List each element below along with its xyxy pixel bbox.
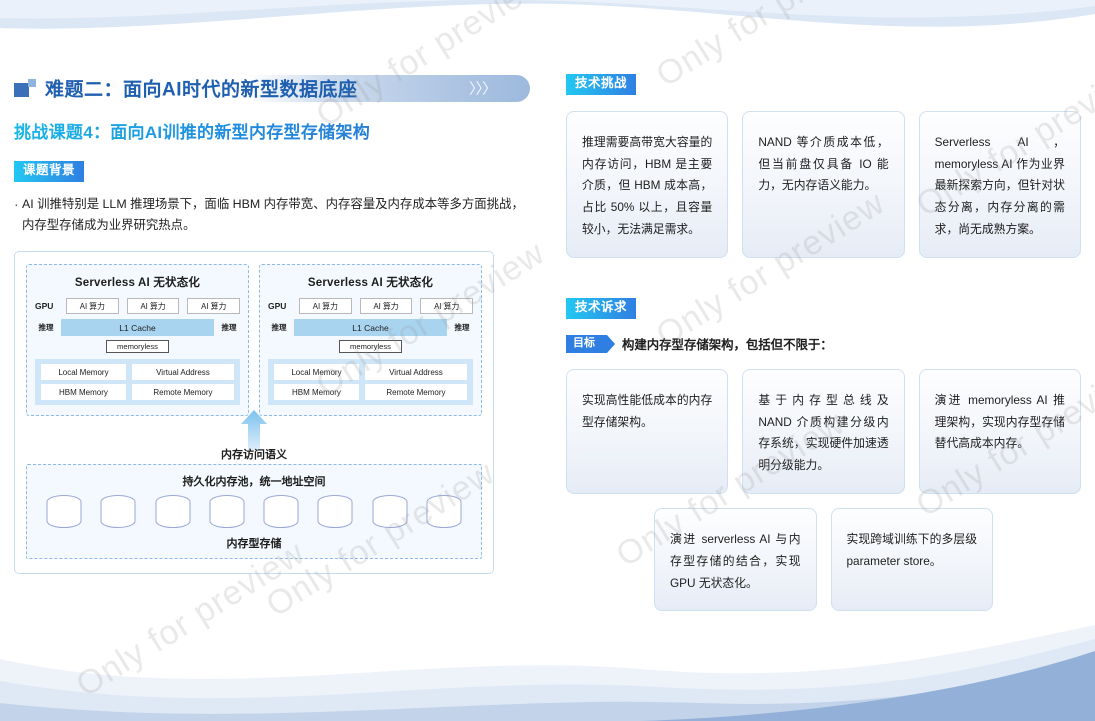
persistent-memory-pool: 持久化内存池，统一地址空间 内存型存储 <box>26 464 482 560</box>
pool-title: 持久化内存池，统一地址空间 <box>182 476 326 489</box>
background-paragraph: AI 训推特别是 LLM 推理场景下，面临 HBM 内存带宽、内存容量及内存成本… <box>14 192 526 237</box>
cylinder-icon <box>46 495 82 529</box>
right-column: 技术挑战 推理需要高带宽大容量的内存访问，HBM 是主要介质，但 HBM 成本高… <box>566 74 1081 612</box>
goal-badge: 目标 <box>566 334 615 353</box>
memory-cell: HBM Memory <box>274 384 359 401</box>
ai-compute-cell: AI 算力 <box>66 298 119 315</box>
requirement-card: 演进 memoryless AI 推理架构，实现内存型存储替代高成本内存。 <box>918 368 1081 494</box>
up-arrow-icon <box>241 410 267 451</box>
challenges-badge: 技术挑战 <box>566 74 637 95</box>
ai-compute-cell: AI 算力 <box>359 298 413 315</box>
memory-block: Local Memory HBM Memory Virtual Address … <box>268 359 473 406</box>
memoryless-tag: memoryless <box>106 340 169 354</box>
challenge-card: 推理需要高带宽大容量的内存访问，HBM 是主要介质，但 HBM 成本高，占比 5… <box>566 110 729 258</box>
requirement-cards-row2: 演进 serverless AI 与内存型存储的结合，实现 GPU 无状态化。 … <box>566 508 1081 612</box>
pool-footer-label: 内存型存储 <box>226 538 282 551</box>
cylinder-icon <box>372 495 408 529</box>
panel-title: Serverless AI 无状态化 <box>307 277 434 290</box>
memory-right-column: Virtual Address Remote Memory <box>131 364 234 401</box>
panel-title: Serverless AI 无状态化 <box>74 277 201 290</box>
architecture-diagram: Serverless AI 无状态化 GPU AI 算力 AI 算力 AI 算力… <box>14 251 494 575</box>
inference-label-right: 推理 <box>454 323 470 333</box>
ai-compute-cell: AI 算力 <box>187 298 241 315</box>
inference-label-left: 推理 <box>271 323 287 333</box>
ai-compute-cells: AI 算力 AI 算力 AI 算力 <box>299 298 474 315</box>
memory-right-column: Virtual Address Remote Memory <box>364 364 467 401</box>
memory-access-semantics-label: 内存访问语义 <box>221 449 287 462</box>
page-subtitle: 挑战课题4：面向AI训推的新型内存型存储架构 <box>14 118 530 143</box>
chevrons-icon: 〉〉〉 <box>468 80 497 98</box>
serverless-panel: Serverless AI 无状态化 GPU AI 算力 AI 算力 AI 算力… <box>26 264 249 417</box>
inference-label-left: 推理 <box>38 323 54 333</box>
cylinder-icon <box>426 495 462 529</box>
inference-label-right: 推理 <box>221 323 237 333</box>
cache-row: 推理 L1 Cache 推理 <box>268 319 473 337</box>
ai-compute-cell: AI 算力 <box>420 298 474 315</box>
cylinder-icon <box>263 495 299 529</box>
challenge-cards: 推理需要高带宽大容量的内存访问，HBM 是主要介质，但 HBM 成本高，占比 5… <box>566 110 1081 258</box>
gpu-row: GPU AI 算力 AI 算力 AI 算力 <box>268 298 474 315</box>
square-large-icon <box>14 83 29 97</box>
left-column: 〉〉〉 难题二：面向AI时代的新型数据底座 挑战课题4：面向AI训推的新型内存型… <box>14 74 530 575</box>
memory-left-column: Local Memory HBM Memory <box>41 364 126 401</box>
goal-text: 构建内存型存储架构，包括但不限于： <box>622 337 833 352</box>
memory-cell: Virtual Address <box>131 364 234 381</box>
serverless-panels: Serverless AI 无状态化 GPU AI 算力 AI 算力 AI 算力… <box>26 264 482 417</box>
ai-compute-cell: AI 算力 <box>299 298 352 315</box>
memory-cell: Remote Memory <box>364 384 467 401</box>
memory-cell: HBM Memory <box>41 384 126 401</box>
memory-cell: Local Memory <box>274 364 359 381</box>
ai-compute-cell: AI 算力 <box>126 298 180 315</box>
page-title: 难题二：面向AI时代的新型数据底座 <box>45 79 358 101</box>
memory-cell: Virtual Address <box>364 364 467 381</box>
square-small-icon <box>28 79 36 87</box>
cylinder-icon <box>155 495 191 529</box>
memory-block: Local Memory HBM Memory Virtual Address … <box>35 359 240 406</box>
requirement-card: 基于内存型总线及 NAND 介质构建分级内存系统，实现硬件加速透明分级能力。 <box>742 368 905 494</box>
memoryless-tag: memoryless <box>339 340 402 354</box>
ai-compute-cells: AI 算力 AI 算力 AI 算力 <box>66 298 241 315</box>
background-badge: 课题背景 <box>14 161 85 182</box>
memory-cell: Local Memory <box>41 364 126 381</box>
l1-cache-block: L1 Cache <box>294 319 447 337</box>
challenge-card: NAND 等介质成本低，但当前盘仅具备 IO 能力，无内存语义能力。 <box>742 110 905 258</box>
requirement-card: 实现跨域训练下的多层级 parameter store。 <box>830 508 993 612</box>
requirement-card: 实现高性能低成本的内存型存储架构。 <box>566 368 729 494</box>
l1-cache-block: L1 Cache <box>61 319 214 337</box>
memory-left-column: Local Memory HBM Memory <box>274 364 359 401</box>
cache-row: 推理 L1 Cache 推理 <box>35 319 240 337</box>
challenges-section: 技术挑战 推理需要高带宽大容量的内存访问，HBM 是主要介质，但 HBM 成本高… <box>566 74 1081 258</box>
storage-cylinders <box>37 494 471 530</box>
requirement-cards-row1: 实现高性能低成本的内存型存储架构。 基于内存型总线及 NAND 介质构建分级内存… <box>566 368 1081 494</box>
requirement-card: 演进 serverless AI 与内存型存储的结合，实现 GPU 无状态化。 <box>654 508 817 612</box>
memoryless-wrap: memoryless <box>35 340 240 354</box>
goal-line: 目标 构建内存型存储架构，包括但不限于： <box>566 334 1081 353</box>
gpu-label: GPU <box>268 301 287 312</box>
memory-cell: Remote Memory <box>131 384 234 401</box>
serverless-panel: Serverless AI 无状态化 GPU AI 算力 AI 算力 AI 算力… <box>259 264 482 417</box>
cylinder-icon <box>317 495 353 529</box>
gpu-row: GPU AI 算力 AI 算力 AI 算力 <box>35 298 241 315</box>
challenge-card: Serverless AI，memoryless AI 作为业界最新探索方向，但… <box>918 110 1081 258</box>
memoryless-wrap: memoryless <box>268 340 473 354</box>
section-marker-icon <box>14 79 36 97</box>
gpu-label: GPU <box>35 301 54 312</box>
cylinder-icon <box>209 495 245 529</box>
requirements-badge: 技术诉求 <box>566 297 637 319</box>
requirements-section: 技术诉求 目标 构建内存型存储架构，包括但不限于： 实现高性能低成本的内存型存储… <box>566 297 1081 612</box>
section-header: 〉〉〉 难题二：面向AI时代的新型数据底座 <box>14 74 530 102</box>
memory-access-arrow-zone: 内存访问语义 <box>26 410 482 464</box>
cylinder-icon <box>100 495 136 529</box>
